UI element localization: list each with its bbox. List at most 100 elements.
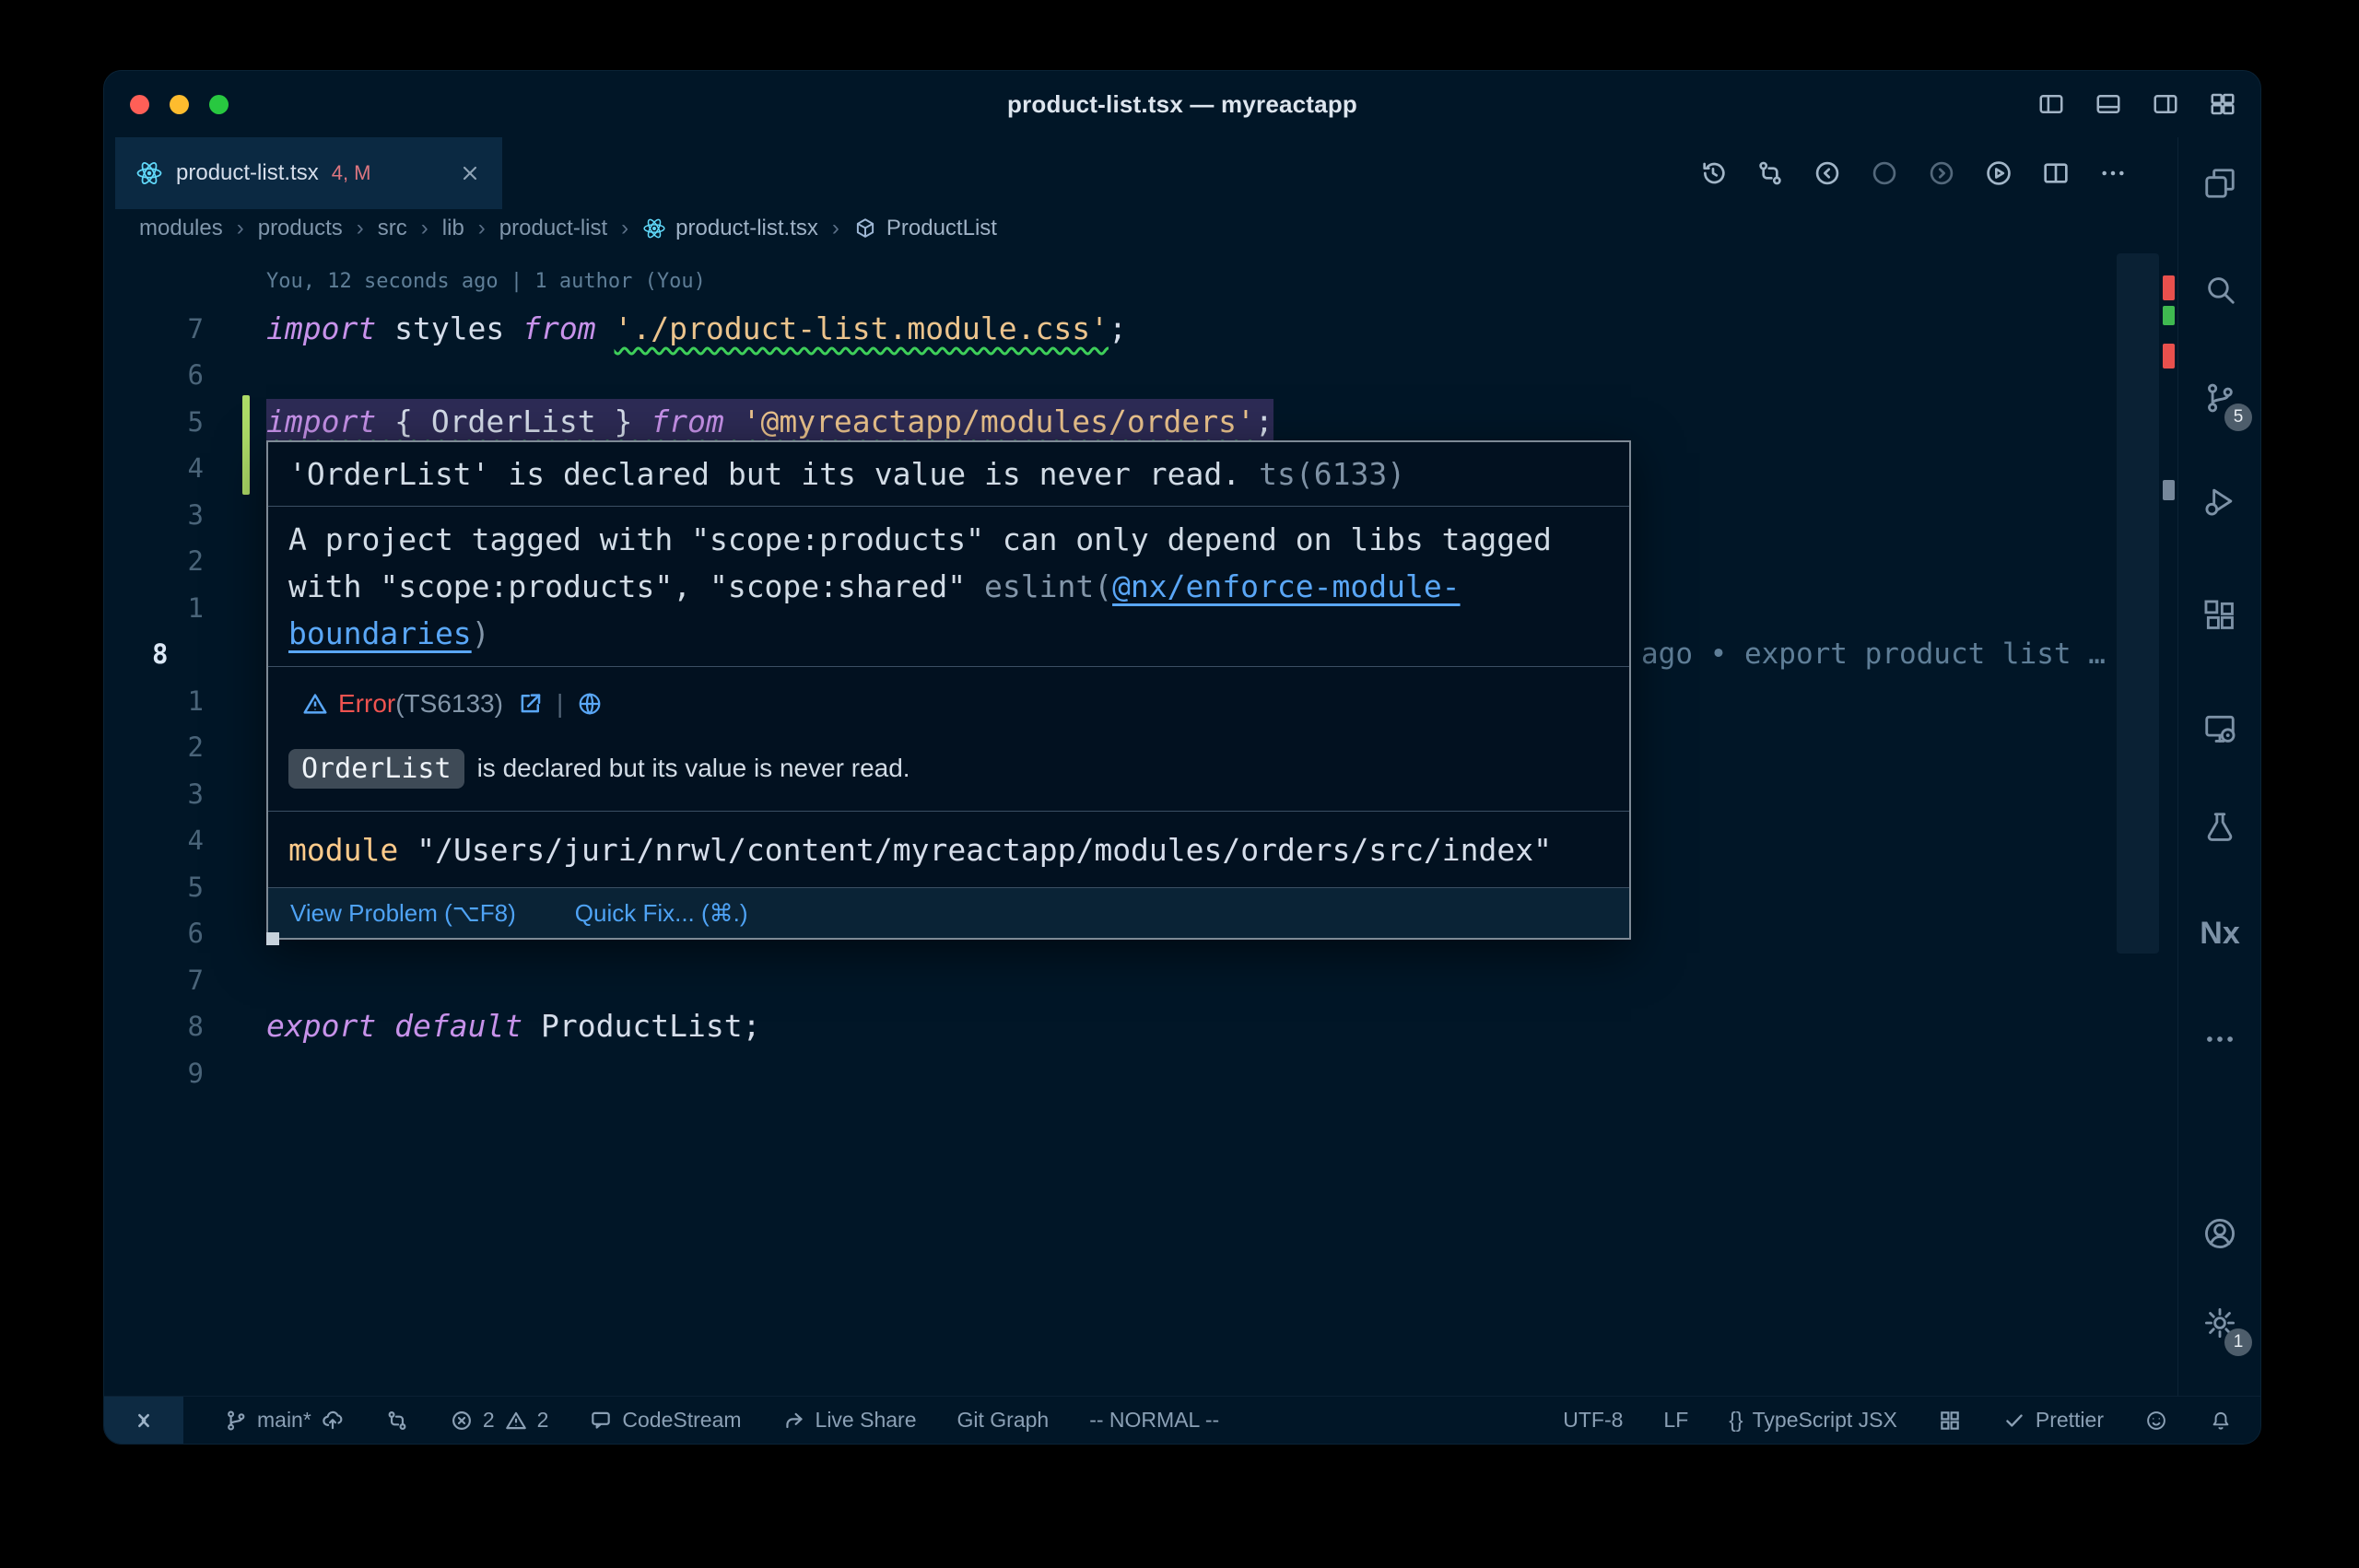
git-compare-icon[interactable] — [1755, 158, 1785, 188]
source-control-icon[interactable]: 5 — [2178, 363, 2261, 433]
external-link-icon[interactable] — [516, 690, 544, 718]
branch-status[interactable]: main* — [224, 1408, 345, 1433]
eol-status[interactable]: LF — [1663, 1408, 1688, 1433]
split-editor-icon[interactable] — [2041, 158, 2071, 188]
layout-sidebar-left-icon[interactable] — [2037, 90, 2065, 118]
live-share-status[interactable]: Live Share — [782, 1408, 917, 1433]
explorer-copy-icon[interactable] — [2178, 148, 2261, 218]
breadcrumb-item[interactable]: lib — [442, 216, 464, 241]
line-number[interactable]: 6 — [139, 910, 204, 956]
react-icon — [642, 216, 666, 240]
git-graph-status[interactable]: Git Graph — [957, 1408, 1050, 1433]
minimap[interactable] — [2117, 253, 2159, 954]
line-number[interactable]: 1 — [139, 678, 204, 724]
more-icon[interactable] — [2178, 1004, 2261, 1074]
extensions-icon[interactable] — [2178, 580, 2261, 650]
line-number[interactable]: 7 — [139, 957, 204, 1003]
live-share-icon — [782, 1409, 806, 1433]
code-token: from — [651, 404, 723, 439]
codelens-annotation[interactable]: You, 12 seconds ago | 1 author (You) — [104, 259, 2260, 305]
code-token: styles — [376, 310, 522, 346]
window-controls — [130, 71, 229, 137]
tab-product-list[interactable]: product-list.tsx 4, M — [115, 137, 502, 209]
code-text: import styles from './product-list.modul… — [266, 306, 1127, 352]
breadcrumb-item[interactable]: products — [258, 216, 343, 241]
line-number[interactable]: 3 — [139, 492, 204, 538]
remote-explorer-icon[interactable] — [2178, 694, 2261, 764]
layout-panel-icon[interactable] — [2095, 90, 2122, 118]
close-icon[interactable] — [458, 161, 482, 185]
hover-resize-handle[interactable] — [266, 932, 279, 945]
account-icon[interactable] — [2178, 1199, 2261, 1269]
code-line[interactable]: 8 export default ProductList; — [104, 1003, 2260, 1049]
breadcrumb-item[interactable]: modules — [139, 216, 223, 241]
close-window-button[interactable] — [130, 95, 149, 114]
feedback-status[interactable] — [2144, 1409, 2168, 1433]
editor-pane[interactable]: You, 12 seconds ago | 1 author (You) 7 imp… — [104, 248, 2260, 1396]
breadcrumb-item[interactable]: product-list — [499, 216, 607, 241]
language-mode-status[interactable]: {} TypeScript JSX — [1729, 1408, 1897, 1433]
breadcrumb-item[interactable]: src — [378, 216, 407, 241]
code-line[interactable]: 7 — [104, 957, 2260, 1003]
globe-icon[interactable] — [576, 690, 604, 718]
line-number[interactable]: 5 — [139, 864, 204, 910]
minimize-window-button[interactable] — [170, 95, 189, 114]
symbol-chip: OrderList — [288, 749, 464, 789]
line-number[interactable]: 2 — [139, 724, 204, 770]
run-file-icon[interactable] — [1984, 158, 2013, 188]
notifications-status[interactable] — [2209, 1409, 2233, 1433]
code-token: ; — [1109, 310, 1127, 346]
view-problem-link[interactable]: View Problem (⌥F8) — [290, 899, 516, 928]
line-number[interactable]: 4 — [139, 817, 204, 863]
problems-status[interactable]: 2 2 — [450, 1408, 549, 1433]
codestream-status[interactable]: CodeStream — [589, 1408, 741, 1433]
code-line[interactable]: 7 import styles from './product-list.modu… — [104, 306, 2260, 352]
line-number[interactable]: 3 — [139, 771, 204, 817]
testing-beaker-icon[interactable] — [2178, 792, 2261, 862]
code-token: ; — [1255, 404, 1273, 439]
code-line[interactable]: 5 import { OrderList } from '@myreactapp/… — [104, 399, 2260, 445]
eslint-message-line2: with "scope:products", "scope:shared" — [288, 568, 984, 604]
compare-branches[interactable] — [385, 1409, 409, 1433]
more-actions-icon[interactable] — [2098, 158, 2128, 188]
settings-gear-icon[interactable]: 1 — [2178, 1288, 2261, 1358]
line-number[interactable]: 8 — [139, 1003, 204, 1049]
code-text: import { OrderList } from '@myreactapp/m… — [266, 399, 1273, 445]
timeline-icon[interactable] — [1698, 158, 1728, 188]
zoom-window-button[interactable] — [209, 95, 229, 114]
code-text: export default ProductList; — [266, 1003, 760, 1049]
run-debug-icon[interactable] — [2178, 466, 2261, 536]
line-number[interactable]: 2 — [139, 538, 204, 584]
line-number[interactable]: 9 — [139, 1050, 204, 1096]
code-line[interactable]: 9 — [104, 1050, 2260, 1096]
encoding-status[interactable]: UTF-8 — [1563, 1408, 1623, 1433]
remote-indicator[interactable] — [104, 1397, 183, 1444]
line-number[interactable]: 4 — [139, 445, 204, 491]
formatter-status[interactable]: Prettier — [2002, 1408, 2104, 1433]
line-number[interactable]: 6 — [139, 352, 204, 398]
code-line[interactable]: 6 — [104, 352, 2260, 398]
next-change-icon[interactable] — [1927, 158, 1956, 188]
line-number[interactable]: 1 — [139, 585, 204, 631]
extension-status[interactable] — [1938, 1409, 1962, 1433]
breadcrumb-file[interactable]: product-list.tsx — [642, 216, 818, 241]
search-icon[interactable] — [2178, 254, 2261, 324]
changes-circle-icon[interactable] — [1870, 158, 1899, 188]
breadcrumb-symbol[interactable]: ProductList — [853, 216, 997, 241]
blame-annotation[interactable]: You, 12 seconds ago | 1 author (You) — [266, 259, 706, 305]
warning-triangle-icon — [301, 690, 329, 718]
quick-fix-link[interactable]: Quick Fix... (⌘.) — [575, 899, 748, 928]
symbol-cube-icon — [853, 216, 877, 240]
layout-sidebar-right-icon[interactable] — [2152, 90, 2179, 118]
prev-change-icon[interactable] — [1813, 158, 1842, 188]
eslint-rule-link[interactable]: @nx/enforce-module- — [1112, 568, 1461, 604]
title-bar[interactable]: product-list.tsx — myreactapp — [104, 71, 2260, 137]
git-graph-label: Git Graph — [957, 1408, 1050, 1433]
vim-mode-status[interactable]: -- NORMAL -- — [1089, 1408, 1219, 1433]
customize-layout-icon[interactable] — [2209, 90, 2236, 118]
eslint-rule-link[interactable]: boundaries — [288, 615, 472, 651]
nx-console-icon[interactable]: Nx — [2178, 898, 2261, 968]
line-number[interactable]: 8 — [139, 631, 204, 677]
line-number[interactable]: 7 — [139, 306, 204, 352]
line-number[interactable]: 5 — [139, 399, 204, 445]
